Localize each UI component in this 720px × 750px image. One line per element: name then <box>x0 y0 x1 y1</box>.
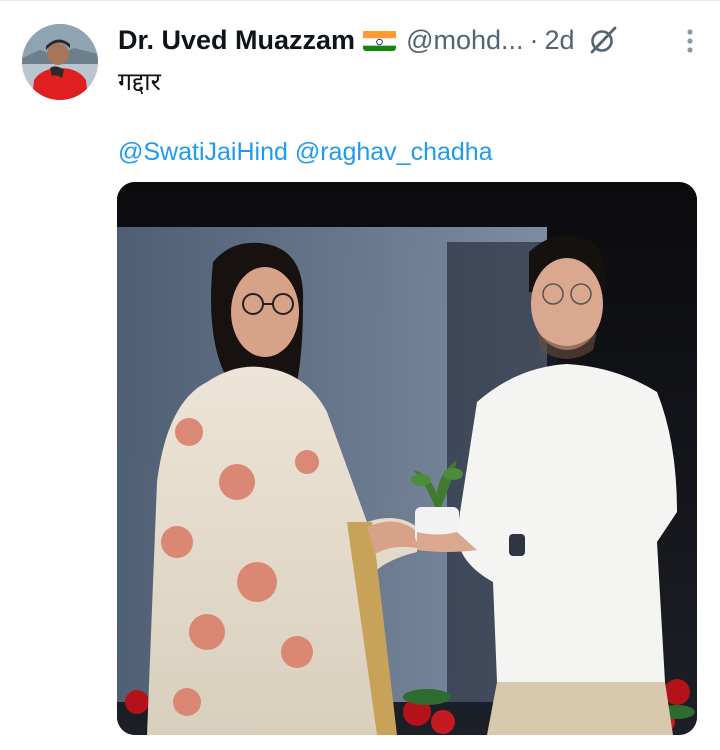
photo-illustration <box>117 182 697 735</box>
tweet-media-image[interactable] <box>117 182 697 735</box>
author-display-name[interactable]: Dr. Uved Muazzam <box>118 25 355 56</box>
tweet-header: Dr. Uved Muazzam @mohd... · 2d <box>118 22 700 58</box>
india-flag-icon <box>363 29 397 51</box>
tweet-timestamp[interactable]: 2d <box>545 25 575 56</box>
mention-link[interactable]: @SwatiJaiHind <box>118 138 288 166</box>
grok-icon[interactable] <box>587 24 619 56</box>
mentions-line: @SwatiJaiHind @raghav_chadha <box>118 138 493 167</box>
separator-dot: · <box>529 24 539 55</box>
author-handle[interactable]: @mohd... <box>406 25 523 56</box>
more-vertical-icon[interactable] <box>686 28 694 54</box>
tweet-text: गद्दार <box>118 68 161 96</box>
top-divider <box>0 0 720 1</box>
avatar[interactable] <box>22 24 98 100</box>
mention-link[interactable]: @raghav_chadha <box>295 138 493 166</box>
avatar-photo <box>22 24 98 100</box>
